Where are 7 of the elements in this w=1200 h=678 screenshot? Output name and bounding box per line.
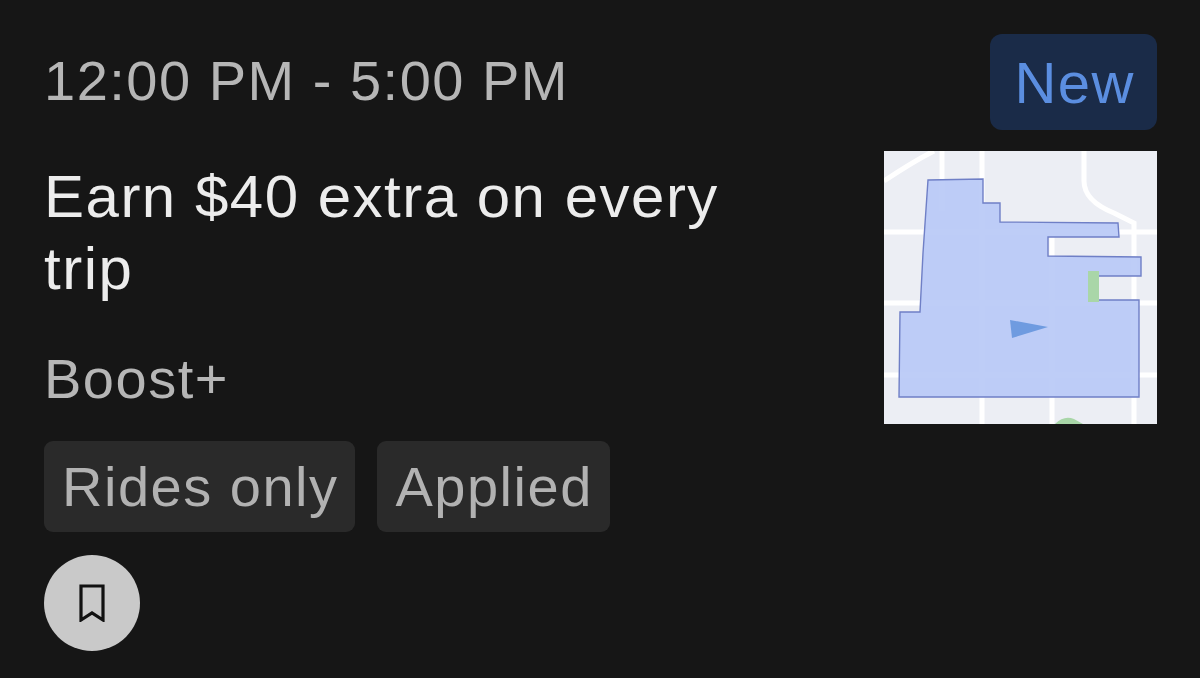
tag: Rides only bbox=[44, 441, 356, 532]
bookmark-icon bbox=[79, 584, 105, 622]
time-range: 12:00 PM - 5:00 PM bbox=[44, 48, 569, 114]
offer-title: Earn $40 extra on every trip bbox=[44, 162, 720, 304]
tag: Applied bbox=[377, 441, 610, 532]
status-badge: New bbox=[990, 34, 1157, 130]
offer-category: Boost+ bbox=[44, 346, 229, 412]
